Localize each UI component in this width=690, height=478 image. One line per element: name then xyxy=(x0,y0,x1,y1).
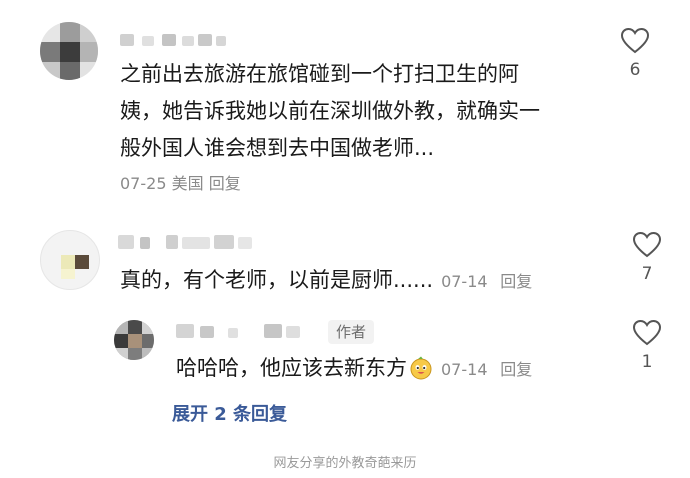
comment-location: 美国 xyxy=(171,174,204,193)
heart-outline-icon xyxy=(621,28,649,54)
like-button[interactable]: 1 xyxy=(627,320,667,372)
comment-text-line: 姨，她告诉我她以前在深圳做外教，就确实一 xyxy=(120,99,540,123)
like-count: 1 xyxy=(641,352,653,372)
comment-date: 07-25 xyxy=(120,174,167,193)
comment-text: 之前出去旅游在旅馆碰到一个打扫卫生的阿 姨，她告诉我她以前在深圳做外教，就确实一… xyxy=(120,56,600,167)
image-caption: 网友分享的外教奇葩来历 xyxy=(273,456,417,471)
username[interactable] xyxy=(118,233,258,255)
comment-text-line: 之前出去旅游在旅馆碰到一个打扫卫生的阿 xyxy=(120,62,519,86)
comment-text: 真的，有个老师，以前是厨师...... 07-14 回复 xyxy=(120,262,590,300)
avatar[interactable] xyxy=(40,230,100,290)
heart-outline-icon xyxy=(633,232,661,258)
reply-button[interactable]: 回复 xyxy=(209,174,241,193)
comment-text: 哈哈哈，他应该去新东方 07-14 回复 xyxy=(176,350,596,388)
reply-button[interactable]: 回复 xyxy=(500,360,532,379)
like-button[interactable]: 7 xyxy=(627,232,667,284)
reply-button[interactable]: 回复 xyxy=(500,272,532,291)
comment-text-line: 哈哈哈，他应该去新东方 xyxy=(176,356,407,380)
like-count: 7 xyxy=(641,264,653,284)
username[interactable] xyxy=(120,30,230,52)
like-button[interactable]: 6 xyxy=(615,28,655,80)
comment-text-line: 般外国人谁会想到去中国做老师... xyxy=(120,136,435,160)
like-count: 6 xyxy=(629,60,641,80)
smiling-face-emoji xyxy=(410,356,432,380)
comment-date: 07-14 xyxy=(441,272,488,291)
heart-outline-icon xyxy=(633,320,661,346)
comment-meta: 07-25 美国 回复 xyxy=(120,170,241,194)
comment-text-line: 真的，有个老师，以前是厨师...... xyxy=(120,268,434,292)
avatar[interactable] xyxy=(114,320,154,360)
username[interactable] xyxy=(176,322,316,344)
expand-replies-button[interactable]: 展开 2 条回复 xyxy=(172,400,287,426)
avatar[interactable] xyxy=(40,22,98,80)
author-badge: 作者 xyxy=(328,320,375,344)
comment-date: 07-14 xyxy=(441,360,488,379)
